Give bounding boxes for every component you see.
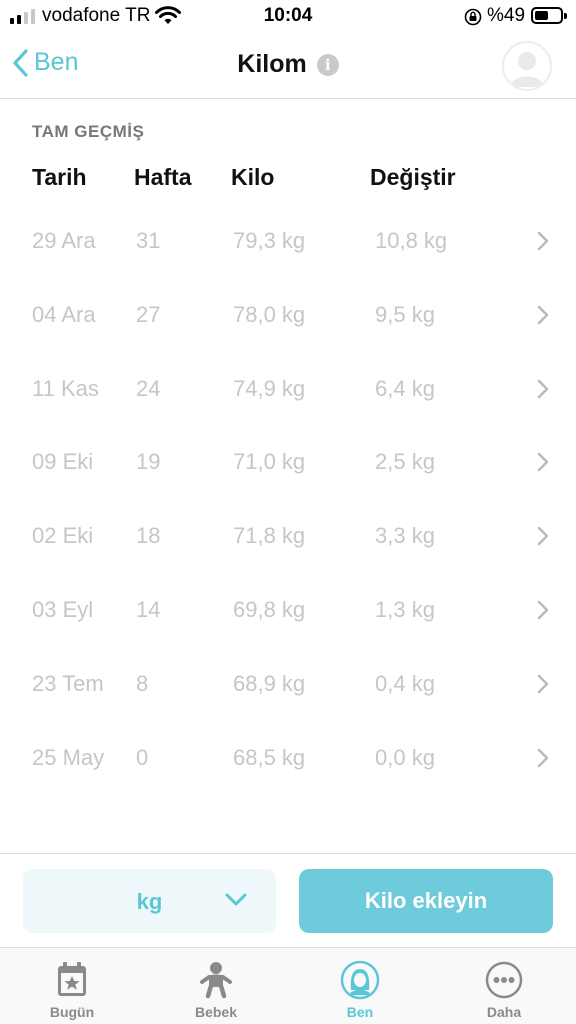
add-weight-button[interactable]: Kilo ekleyin xyxy=(299,869,553,933)
baby-icon xyxy=(200,962,232,999)
row-date: 29 Ara xyxy=(32,228,96,253)
row-week: 31 xyxy=(136,228,161,253)
chevron-right-icon xyxy=(537,231,549,251)
row-change: 0,4 kg xyxy=(375,670,435,696)
row-weight: 79,3 kg xyxy=(233,228,306,253)
status-bar: vodafone TR 10:04 %49 xyxy=(0,0,576,32)
section-label: TAM GEÇMİŞ xyxy=(32,122,145,141)
tab-me[interactable]: Ben xyxy=(288,948,432,1024)
battery-icon xyxy=(531,7,567,24)
row-date: 23 Tem xyxy=(32,670,104,696)
row-date: 25 May xyxy=(32,744,105,770)
column-header-change: Değiştir xyxy=(370,164,456,190)
row-week: 0 xyxy=(136,744,149,770)
row-change: 10,8 kg xyxy=(375,228,448,253)
table-row[interactable]: 03 Eyl 14 69,8 kg 1,3 kg xyxy=(0,581,576,641)
tab-bar: Bugün Bebek Ben Daha xyxy=(0,947,576,1024)
row-weight: 68,5 kg xyxy=(233,744,306,770)
row-change: 1,3 kg xyxy=(375,597,435,622)
row-change: 0,0 kg xyxy=(375,744,435,770)
row-date: 09 Eki xyxy=(32,449,94,475)
profile-avatar[interactable] xyxy=(502,41,552,91)
row-weight: 78,0 kg xyxy=(233,301,306,327)
navigation-bar: Ben Kilom i xyxy=(0,32,576,99)
row-week: 27 xyxy=(136,301,161,327)
chevron-right-icon xyxy=(537,453,549,472)
row-week: 24 xyxy=(136,375,161,401)
row-week: 14 xyxy=(136,597,161,622)
row-change: 9,5 kg xyxy=(375,301,435,327)
row-date: 11 Kas xyxy=(32,375,99,401)
row-date: 03 Eyl xyxy=(32,597,94,622)
calendar-star-icon xyxy=(58,962,86,996)
tab-label: Bebek xyxy=(194,1004,238,1020)
row-date: 04 Ara xyxy=(32,301,96,327)
row-weight: 69,8 kg xyxy=(233,597,306,622)
row-weight: 68,9 kg xyxy=(233,670,306,696)
tab-baby[interactable]: Bebek xyxy=(144,948,288,1024)
chevron-down-icon xyxy=(225,893,247,906)
row-week: 18 xyxy=(136,523,161,549)
divider xyxy=(0,853,576,854)
column-header-week: Hafta xyxy=(134,164,192,190)
row-change: 6,4 kg xyxy=(375,375,435,401)
rotation-lock-icon xyxy=(464,8,482,26)
table-row[interactable]: 25 May 0 68,5 kg 0,0 kg xyxy=(0,729,576,789)
column-header-weight: Kilo xyxy=(231,164,275,190)
table-row[interactable]: 02 Eki 18 71,8 kg 3,3 kg xyxy=(0,507,576,567)
table-row[interactable]: 11 Kas 24 74,9 kg 6,4 kg xyxy=(0,360,576,420)
table-row[interactable]: 29 Ara 31 79,3 kg 10,8 kg xyxy=(0,212,576,272)
user-silhouette-icon xyxy=(510,52,544,87)
chevron-right-icon xyxy=(537,526,549,546)
chevron-right-icon xyxy=(537,600,549,620)
row-weight: 71,8 kg xyxy=(233,523,306,549)
tab-label: Ben xyxy=(346,1004,374,1020)
page-title-container: Kilom i xyxy=(0,50,576,79)
tab-label: Bugün xyxy=(49,1004,95,1020)
tab-label: Daha xyxy=(486,1004,522,1020)
row-weight: 74,9 kg xyxy=(233,375,306,401)
row-date: 02 Eki xyxy=(32,523,94,549)
page-title: Kilom xyxy=(237,50,307,78)
mother-avatar-icon xyxy=(340,960,380,1000)
table-row[interactable]: 23 Tem 8 68,9 kg 0,4 kg xyxy=(0,655,576,715)
chevron-right-icon xyxy=(537,379,549,398)
chevron-right-icon xyxy=(537,305,549,324)
chevron-right-icon xyxy=(537,674,549,693)
table-row[interactable]: 09 Eki 19 71,0 kg 2,5 kg xyxy=(0,433,576,493)
tab-today[interactable]: Bugün xyxy=(0,948,144,1024)
row-change: 3,3 kg xyxy=(375,523,435,549)
battery-percent: %49 xyxy=(487,5,526,26)
row-weight: 71,0 kg xyxy=(233,449,306,475)
chevron-right-icon xyxy=(537,748,549,767)
unit-select[interactable]: kg xyxy=(23,869,276,933)
row-week: 8 xyxy=(136,670,149,696)
row-change: 2,5 kg xyxy=(375,449,435,475)
column-header-date: Tarih xyxy=(32,164,87,190)
tab-more[interactable]: Daha xyxy=(432,948,576,1024)
more-dots-icon xyxy=(485,961,523,999)
info-icon[interactable]: i xyxy=(316,53,339,76)
table-row[interactable]: 04 Ara 27 78,0 kg 9,5 kg xyxy=(0,286,576,346)
row-week: 19 xyxy=(136,449,161,475)
